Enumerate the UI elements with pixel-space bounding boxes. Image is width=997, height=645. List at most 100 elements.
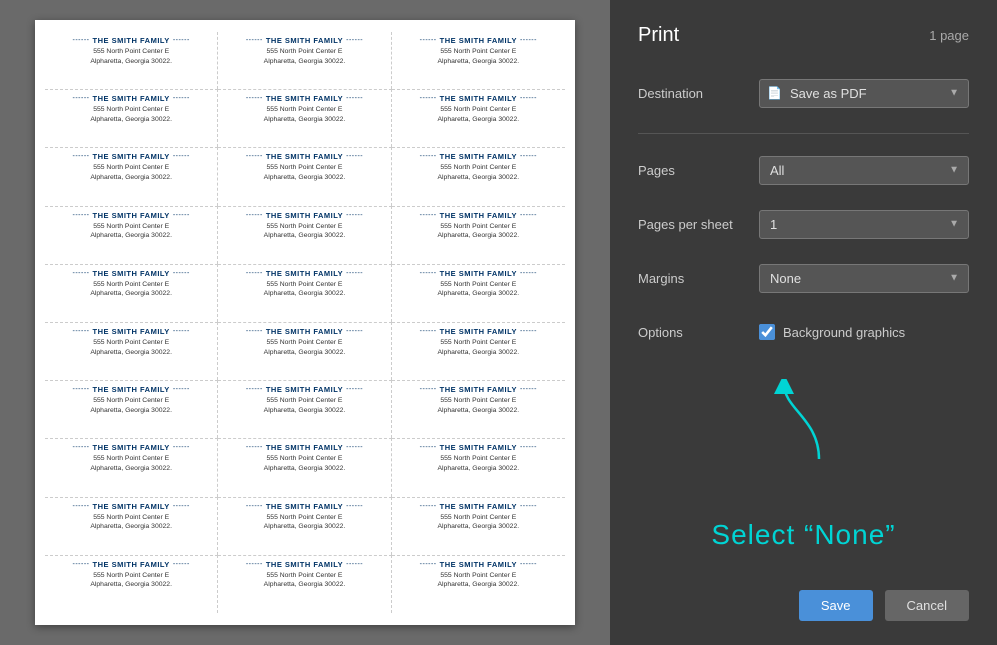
label-address: 555 North Point Center EAlpharetta, Geor… <box>53 513 209 532</box>
label-address: 555 North Point Center EAlpharetta, Geor… <box>53 47 209 66</box>
print-header: Print 1 page <box>638 24 969 47</box>
label-grid: THE SMITH FAMILY 555 North Point Center E… <box>45 32 565 613</box>
destination-label: Destination <box>638 86 738 101</box>
label-family-name: THE SMITH FAMILY <box>53 269 209 278</box>
label-cell: THE SMITH FAMILY555 North Point Center E… <box>45 89 218 147</box>
pages-select-wrapper: All Custom <box>759 156 969 185</box>
label-address: 555 North Point Center EAlpharetta, Geor… <box>400 105 557 124</box>
label-address: 555 North Point Center EAlpharetta, Geor… <box>400 513 557 532</box>
label-cell: THE SMITH FAMILY 555 North Point Center E… <box>218 264 391 322</box>
label-cell: THE SMITH FAMILY 555 North Point Center E… <box>45 497 218 555</box>
label-address: 555 North Point Center EAlpharetta, Geor… <box>53 163 209 182</box>
label-cell: THE SMITH FAMILY555 North Point Center E… <box>45 206 218 264</box>
label-cell: THE SMITH FAMILY 555 North Point Center E… <box>392 264 565 322</box>
annotation-arrow <box>764 379 844 469</box>
label-cell: THE SMITH FAMILY555 North Point Center E… <box>45 380 218 438</box>
label-family-name: THE SMITH FAMILY <box>400 269 557 278</box>
pages-per-sheet-label: Pages per sheet <box>638 217 738 232</box>
print-title: Print <box>638 24 679 47</box>
label-cell: THE SMITH FAMILY555 North Point Center E… <box>218 380 391 438</box>
label-cell: THE SMITH FAMILY555 North Point Center E… <box>218 89 391 147</box>
label-address: 555 North Point Center EAlpharetta, Geor… <box>53 105 209 124</box>
label-cell: THE SMITH FAMILY 555 North Point Center E… <box>45 438 218 496</box>
label-family-name: THE SMITH FAMILY <box>226 327 382 336</box>
label-cell: THE SMITH FAMILY555 North Point Center E… <box>392 497 565 555</box>
label-cell: THE SMITH FAMILY 555 North Point Center E… <box>392 322 565 380</box>
label-address: 555 North Point Center EAlpharetta, Geor… <box>226 571 382 590</box>
label-address: 555 North Point Center EAlpharetta, Geor… <box>400 163 557 182</box>
pages-per-sheet-select-wrapper: 1 2 4 6 9 16 <box>759 210 969 239</box>
label-family-name: THE SMITH FAMILY <box>400 94 557 103</box>
label-family-name: THE SMITH FAMILY <box>53 560 209 569</box>
label-cell: THE SMITH FAMILY555 North Point Center E… <box>218 206 391 264</box>
label-family-name: THE SMITH FAMILY <box>400 560 557 569</box>
page-preview: THE SMITH FAMILY 555 North Point Center E… <box>35 20 575 625</box>
label-address: 555 North Point Center EAlpharetta, Geor… <box>53 396 209 415</box>
options-label: Options <box>638 325 738 340</box>
background-graphics-checkbox[interactable] <box>759 324 775 340</box>
label-cell: THE SMITH FAMILY 555 North Point Center E… <box>218 497 391 555</box>
label-family-name: THE SMITH FAMILY <box>53 211 209 220</box>
margins-row: Margins None Default Minimum Custom <box>638 260 969 296</box>
label-cell: THE SMITH FAMILY 555 North Point Center E… <box>392 32 565 89</box>
label-address: 555 North Point Center EAlpharetta, Geor… <box>400 571 557 590</box>
label-address: 555 North Point Center EAlpharetta, Geor… <box>53 454 209 473</box>
label-address: 555 North Point Center EAlpharetta, Geor… <box>53 280 209 299</box>
label-address: 555 North Point Center EAlpharetta, Geor… <box>226 280 382 299</box>
label-cell: THE SMITH FAMILY 555 North Point Center E… <box>392 380 565 438</box>
label-family-name: THE SMITH FAMILY <box>226 443 382 452</box>
destination-select[interactable]: Save as PDF Microsoft Print to PDF <box>759 79 969 108</box>
label-family-name: THE SMITH FAMILY <box>400 327 557 336</box>
label-cell: THE SMITH FAMILY555 North Point Center E… <box>392 147 565 205</box>
label-cell: THE SMITH FAMILY 555 North Point Center E… <box>218 555 391 613</box>
label-cell: THE SMITH FAMILY555 North Point Center E… <box>45 32 218 89</box>
save-button[interactable]: Save <box>799 590 873 621</box>
pages-per-sheet-row: Pages per sheet 1 2 4 6 9 16 <box>638 206 969 242</box>
label-cell: THE SMITH FAMILY555 North Point Center E… <box>218 322 391 380</box>
label-family-name: THE SMITH FAMILY <box>226 560 382 569</box>
label-cell: THE SMITH FAMILY 555 North Point Center E… <box>45 264 218 322</box>
destination-wrapper: 📄 Save as PDF Microsoft Print to PDF <box>759 79 969 108</box>
label-address: 555 North Point Center EAlpharetta, Geor… <box>226 454 382 473</box>
destination-row: Destination 📄 Save as PDF Microsoft Prin… <box>638 75 969 111</box>
label-family-name: THE SMITH FAMILY <box>400 36 557 45</box>
label-family-name: THE SMITH FAMILY <box>226 152 382 161</box>
pages-per-sheet-select[interactable]: 1 2 4 6 9 16 <box>759 210 969 239</box>
label-address: 555 North Point Center EAlpharetta, Geor… <box>53 338 209 357</box>
label-cell: THE SMITH FAMILY 555 North Point Center E… <box>392 555 565 613</box>
label-cell: THE SMITH FAMILY555 North Point Center E… <box>218 147 391 205</box>
label-address: 555 North Point Center EAlpharetta, Geor… <box>400 222 557 241</box>
label-address: 555 North Point Center EAlpharetta, Geor… <box>53 571 209 590</box>
label-address: 555 North Point Center EAlpharetta, Geor… <box>226 513 382 532</box>
pages-label: Pages <box>638 163 738 178</box>
margins-label: Margins <box>638 271 738 286</box>
label-cell: THE SMITH FAMILY555 North Point Center E… <box>392 438 565 496</box>
options-row: Options Background graphics <box>638 314 969 350</box>
label-family-name: THE SMITH FAMILY <box>400 385 557 394</box>
label-address: 555 North Point Center EAlpharetta, Geor… <box>400 280 557 299</box>
pages-row: Pages All Custom <box>638 152 969 188</box>
label-family-name: THE SMITH FAMILY <box>226 502 382 511</box>
margins-select-wrapper: None Default Minimum Custom <box>759 264 969 293</box>
label-family-name: THE SMITH FAMILY <box>226 269 382 278</box>
label-address: 555 North Point Center EAlpharetta, Geor… <box>400 396 557 415</box>
label-address: 555 North Point Center EAlpharetta, Geor… <box>400 338 557 357</box>
label-family-name: THE SMITH FAMILY <box>53 443 209 452</box>
pages-select[interactable]: All Custom <box>759 156 969 185</box>
label-address: 555 North Point Center EAlpharetta, Geor… <box>400 47 557 66</box>
label-family-name: THE SMITH FAMILY <box>400 211 557 220</box>
print-panel: Print 1 page Destination 📄 Save as PDF M… <box>610 0 997 645</box>
label-cell: THE SMITH FAMILY 555 North Point Center E… <box>218 438 391 496</box>
label-cell: THE SMITH FAMILY 555 North Point Center E… <box>392 206 565 264</box>
label-address: 555 North Point Center EAlpharetta, Geor… <box>226 222 382 241</box>
margins-select[interactable]: None Default Minimum Custom <box>759 264 969 293</box>
page-count: 1 page <box>929 28 969 43</box>
label-cell: THE SMITH FAMILY555 North Point Center E… <box>218 32 391 89</box>
cancel-button[interactable]: Cancel <box>885 590 969 621</box>
annotation-area: Select “None” <box>638 360 969 570</box>
label-address: 555 North Point Center EAlpharetta, Geor… <box>226 105 382 124</box>
background-graphics-wrapper: Background graphics <box>759 324 969 340</box>
label-family-name: THE SMITH FAMILY <box>53 502 209 511</box>
label-family-name: THE SMITH FAMILY <box>53 327 209 336</box>
label-family-name: THE SMITH FAMILY <box>226 385 382 394</box>
